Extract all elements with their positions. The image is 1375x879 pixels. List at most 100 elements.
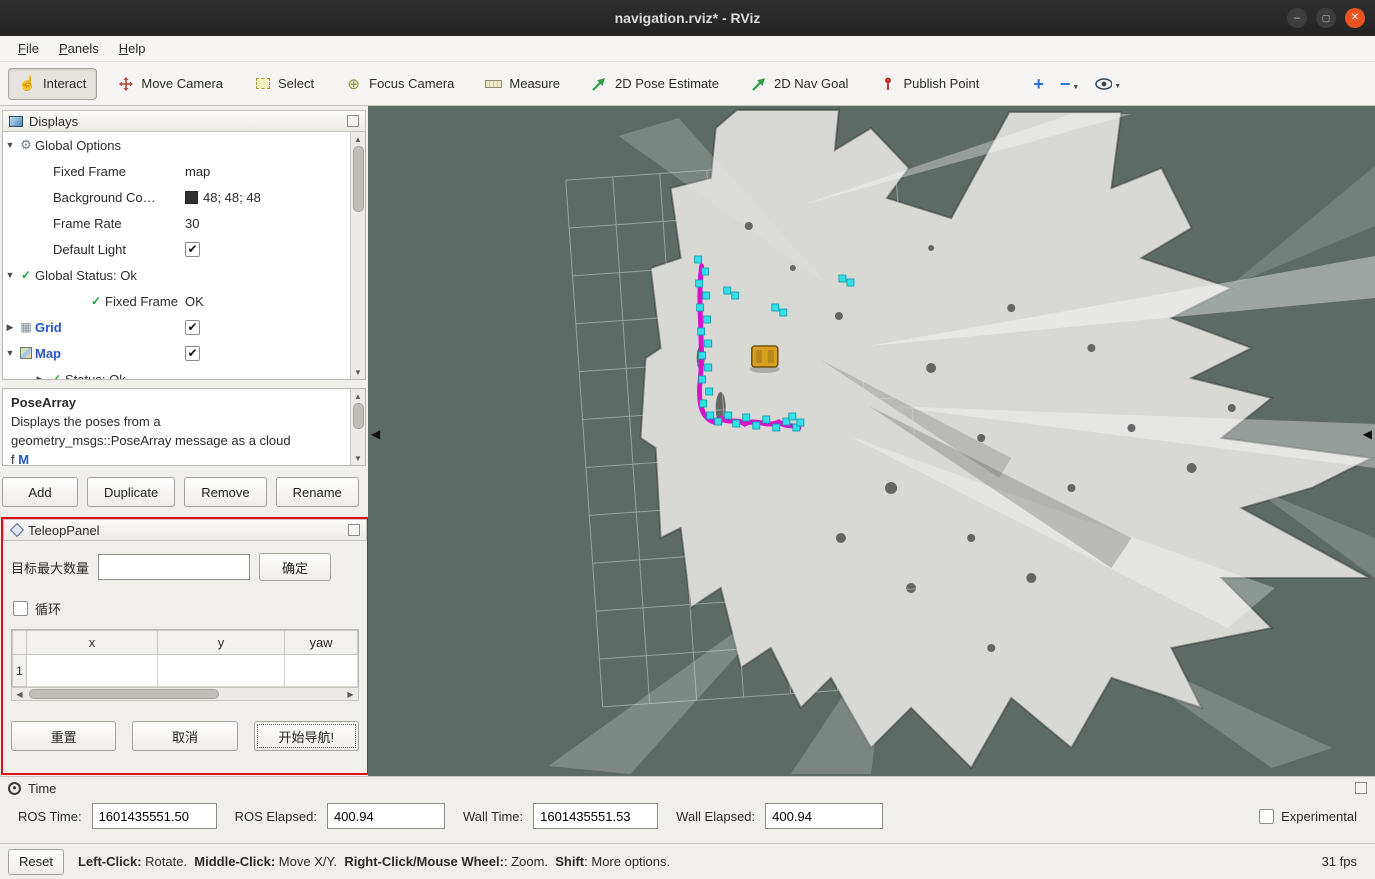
table-corner [13,631,27,655]
panel-undock-button[interactable] [348,524,360,536]
expander-icon[interactable] [3,270,17,280]
tree-row-map-status[interactable]: Status: Ok [3,366,365,380]
tree-row-global-status[interactable]: Global Status: Ok [3,262,365,288]
robot-marker [750,346,780,373]
teleop-icon [10,523,24,537]
menu-file[interactable]: File [8,38,49,59]
loop-checkbox[interactable] [13,601,28,616]
scroll-left-icon[interactable] [12,687,27,701]
mouse-help-text: Left-Click: Rotate. Middle-Click: Move X… [78,854,670,869]
menu-panels[interactable]: Panels [49,38,109,59]
tool-select[interactable]: Select [243,68,325,100]
tree-row-fixed-frame[interactable]: Fixed Frame map [3,158,365,184]
titlebar[interactable]: navigation.rviz* - RViz [0,0,1375,36]
eye-icon [1095,76,1112,92]
scroll-down-icon[interactable] [351,365,366,379]
frame-rate-value[interactable]: 30 [185,210,199,236]
displays-panel-header[interactable]: Displays [2,110,366,132]
column-header-yaw[interactable]: yaw [285,631,358,655]
tool-interact[interactable]: ☝ Interact [8,68,97,100]
menu-help[interactable]: Help [109,38,156,59]
remove-button[interactable]: Remove [184,477,266,507]
wall-time-input[interactable] [533,803,658,829]
scrollbar-thumb[interactable] [29,689,219,699]
remove-tool-button[interactable]: −▼ [1060,75,1079,93]
scrollbar-thumb[interactable] [353,146,364,212]
plus-icon: + [1033,74,1044,94]
cell-yaw[interactable] [285,655,358,687]
tree-scrollbar[interactable] [350,132,365,379]
max-goals-label: 目标最大数量 [11,558,89,577]
wall-time-label: Wall Time: [463,809,523,824]
status-ok-icon [87,294,105,308]
tree-row-frame-rate[interactable]: Frame Rate 30 [3,210,365,236]
ros-elapsed-input[interactable] [327,803,445,829]
visibility-button[interactable]: ▼ [1095,76,1121,92]
column-header-y[interactable]: y [158,631,285,655]
confirm-button[interactable]: 确定 [259,553,331,581]
cell-x[interactable] [27,655,158,687]
experimental-label: Experimental [1281,809,1357,824]
close-button[interactable] [1345,8,1365,28]
description-line: geometry_msgs::PoseArray message as a cl… [11,431,343,450]
default-light-checkbox[interactable] [185,242,200,257]
move-arrows-icon [117,76,134,92]
scroll-right-icon[interactable] [343,687,358,701]
minimize-button[interactable] [1287,8,1307,28]
add-tool-button[interactable]: + [1033,75,1044,93]
tool-measure[interactable]: Measure [474,68,571,100]
reset-button[interactable]: Reset [8,849,64,875]
scroll-up-icon[interactable] [351,132,366,146]
selection-box-icon [254,76,271,92]
grid-enabled-checkbox[interactable] [185,320,200,335]
3d-viewport[interactable] [368,106,1375,776]
panel-undock-button[interactable] [347,115,359,127]
expander-icon[interactable] [3,140,17,150]
clock-icon [8,782,21,795]
more-info-link[interactable]: M [18,452,29,466]
max-goals-input[interactable] [98,554,250,580]
cell-y[interactable] [158,655,285,687]
tree-row-grid[interactable]: Grid [3,314,365,340]
scrollbar-thumb[interactable] [353,403,364,429]
tree-row-global-options[interactable]: Global Options [3,132,365,158]
rviz-window: navigation.rviz* - RViz File Panels Help… [0,0,1375,879]
tree-row-default-light[interactable]: Default Light [3,236,365,262]
scroll-down-icon[interactable] [351,451,366,465]
scroll-up-icon[interactable] [351,389,366,403]
tool-2d-pose-estimate[interactable]: 2D Pose Estimate [580,68,730,100]
chevron-down-icon: ▼ [1114,83,1121,92]
add-button[interactable]: Add [2,477,78,507]
rename-button[interactable]: Rename [276,477,359,507]
green-arrow-icon [591,76,608,92]
map-enabled-checkbox[interactable] [185,346,200,361]
tool-move-camera[interactable]: Move Camera [106,68,234,100]
panel-collapse-left-button[interactable] [371,428,380,440]
wall-elapsed-input[interactable] [765,803,883,829]
maximize-button[interactable] [1316,8,1336,28]
reset-goals-button[interactable]: 重置 [11,721,116,751]
tool-2d-nav-goal[interactable]: 2D Nav Goal [739,68,859,100]
tree-row-background-color[interactable]: Background Co… 48; 48; 48 [3,184,365,210]
crosshair-icon: ⊕ [345,76,362,92]
description-scrollbar[interactable] [350,389,365,465]
column-header-x[interactable]: x [27,631,158,655]
start-navigation-button[interactable]: 开始导航! [254,721,359,751]
fixed-frame-value[interactable]: map [185,158,210,184]
ros-time-input[interactable] [92,803,217,829]
tree-row-status-fixed-frame[interactable]: Fixed Frame OK [3,288,365,314]
expander-icon[interactable] [3,322,17,333]
background-color-value[interactable]: 48; 48; 48 [185,184,261,210]
expander-icon[interactable] [3,348,17,358]
panel-collapse-right-button[interactable] [1363,428,1372,440]
tool-publish-point[interactable]: Publish Point [868,68,990,100]
panel-undock-button[interactable] [1355,782,1367,794]
expander-icon[interactable] [33,374,47,381]
cancel-button[interactable]: 取消 [132,721,237,751]
duplicate-button[interactable]: Duplicate [87,477,175,507]
table-hscrollbar[interactable] [11,687,359,701]
teleop-panel-header[interactable]: TeleopPanel [3,519,367,541]
tool-focus-camera[interactable]: ⊕ Focus Camera [334,68,465,100]
experimental-checkbox[interactable] [1259,809,1274,824]
tree-row-map[interactable]: Map [3,340,365,366]
